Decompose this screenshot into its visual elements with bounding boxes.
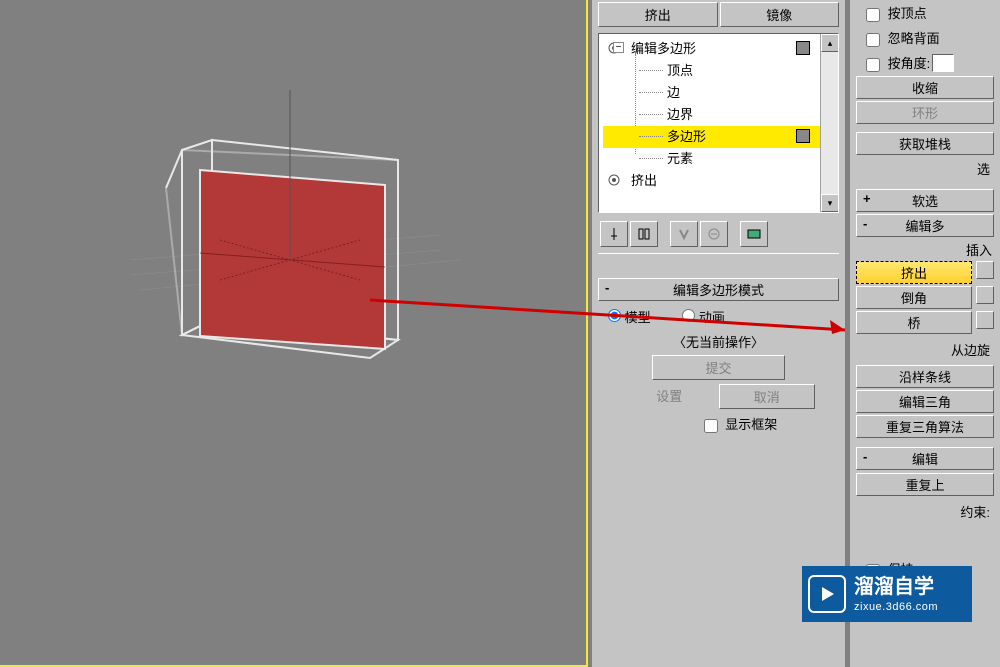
pin-stack-icon[interactable]	[600, 221, 628, 247]
tree-scrollbar[interactable]: ▴ ▾	[820, 34, 838, 212]
bridge-button[interactable]: 桥	[856, 311, 972, 334]
edit-tri-button[interactable]: 编辑三角	[856, 390, 994, 413]
extrude-top-button[interactable]: 挤出	[598, 2, 718, 27]
rollup-edit-poly[interactable]: -编辑多	[856, 214, 994, 237]
configure-sets-icon[interactable]	[740, 221, 768, 247]
rollup-minus-icon: -	[863, 216, 867, 231]
bridge-settings-button[interactable]	[976, 311, 994, 329]
tree-item-vertex[interactable]: 顶点	[603, 60, 834, 82]
watermark-url: zixue.3d66.com	[854, 600, 938, 614]
visibility-icon[interactable]	[607, 174, 621, 186]
tree-item-edge[interactable]: 边	[603, 82, 834, 104]
stack-toolbar	[592, 217, 845, 251]
remove-modifier-icon[interactable]	[700, 221, 728, 247]
ring-button[interactable]: 环形	[856, 101, 994, 124]
radio-model[interactable]: 模型	[608, 310, 651, 325]
play-icon	[808, 575, 846, 613]
tree-item-border[interactable]: 边界	[603, 104, 834, 126]
constraint-label: 约束:	[956, 498, 994, 525]
current-operation-label: 〈无当前操作〉	[592, 330, 845, 353]
cancel-button[interactable]: 取消	[719, 384, 816, 409]
bevel-button[interactable]: 倒角	[856, 286, 972, 309]
extrude-button[interactable]: 挤出	[856, 261, 972, 284]
rollup-plus-icon: +	[863, 191, 871, 206]
perspective-viewport[interactable]	[0, 0, 588, 667]
watermark-badge: 溜溜自学 zixue.3d66.com	[802, 566, 972, 622]
repeat-last-button[interactable]: 重复上	[856, 473, 994, 496]
by-vertex-checkbox[interactable]: 按顶点	[866, 6, 927, 21]
extrude-settings-button[interactable]	[976, 261, 994, 279]
shrink-button[interactable]: 收缩	[856, 76, 994, 99]
rollup-edit[interactable]: -编辑	[856, 447, 994, 470]
tree-root-label: 编辑多边形	[631, 41, 696, 56]
modifier-stack-tree[interactable]: − 编辑多边形 顶点 边 边界 多边形 元素 挤出 ▴ ▾	[598, 33, 839, 213]
box-3d-object[interactable]	[160, 140, 440, 420]
select-label: 选	[973, 157, 994, 180]
mirror-top-button[interactable]: 镜像	[720, 2, 840, 27]
show-end-result-icon[interactable]	[630, 221, 658, 247]
radio-animation[interactable]: 动画	[682, 310, 725, 325]
rollup-minus-icon: -	[863, 449, 867, 464]
angle-input[interactable]	[932, 54, 954, 72]
rollup-minus-icon: -	[605, 280, 609, 295]
show-cage-checkbox[interactable]: 显示框架	[704, 417, 778, 432]
rollup-soft-sel[interactable]: +软选	[856, 189, 994, 212]
settings-button[interactable]: 设置	[622, 384, 717, 409]
tree-item-element[interactable]: 元素	[603, 148, 834, 170]
make-unique-icon[interactable]	[670, 221, 698, 247]
color-swatch[interactable]	[796, 129, 810, 143]
retri-button[interactable]: 重复三角算法	[856, 415, 994, 438]
get-stack-button[interactable]: 获取堆栈	[856, 132, 994, 155]
tree-item-polygon[interactable]: 多边形	[603, 126, 834, 148]
bevel-settings-button[interactable]	[976, 286, 994, 304]
commit-button[interactable]: 提交	[652, 355, 785, 380]
watermark-title: 溜溜自学	[854, 574, 938, 600]
from-edge-label: 从边旋	[947, 336, 994, 363]
ignore-back-checkbox[interactable]: 忽略背面	[866, 31, 940, 46]
rollup-title: 编辑多边形模式	[673, 283, 764, 298]
scroll-down-icon[interactable]: ▾	[821, 194, 839, 212]
tree-item-extrude[interactable]: 挤出	[603, 170, 834, 192]
along-spline-button[interactable]: 沿样条线	[856, 365, 994, 388]
collapse-icon[interactable]: −	[613, 42, 624, 53]
by-angle-checkbox[interactable]: 按角度:	[866, 53, 930, 72]
color-swatch[interactable]	[796, 41, 810, 55]
scroll-up-icon[interactable]: ▴	[821, 34, 839, 52]
tree-root-editpoly[interactable]: − 编辑多边形	[603, 38, 834, 60]
rollup-edit-poly-mode[interactable]: - 编辑多边形模式	[598, 278, 839, 301]
insert-label: 插入	[966, 240, 992, 259]
